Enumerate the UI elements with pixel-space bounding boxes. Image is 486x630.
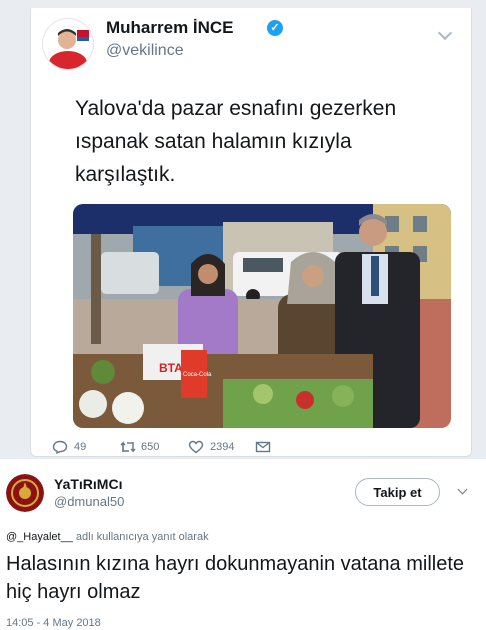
reply-context-suffix: adlı kullanıcıya yanıt olarak [72,531,209,543]
reply-author-handle[interactable]: @dmunal50 [54,494,124,509]
reply-author-name[interactable]: YaTıRıMCı [54,476,122,492]
tweet-timestamp[interactable]: 14:05 - 4 May 2018 [6,617,101,629]
embedded-author-name[interactable]: Muharrem İNCE [106,18,234,38]
embedded-author-avatar[interactable] [42,18,94,70]
message-action[interactable] [255,440,271,454]
like-count: 2394 [210,441,235,453]
tweet-text-line: ıspanak satan halamın kızıyla [75,130,352,153]
tweet-text-line: Yalova'da pazar esnafını gezerken [75,97,397,120]
embedded-author-handle[interactable]: @vekilince [106,42,184,60]
message-icon [255,441,271,453]
photo-bag-sign: BTA [159,361,183,375]
retweet-count: 650 [141,441,160,453]
reply-icon [52,440,68,454]
retweet-action[interactable]: 650 [119,440,175,454]
tweet-photo[interactable]: BTA Coca-Cola [73,204,451,428]
reply-action[interactable]: 49 [52,440,100,454]
chevron-down-icon[interactable] [457,484,468,495]
like-action[interactable]: 2394 [188,440,248,454]
verified-badge-icon: ✓ [267,20,283,36]
reply-tweet-text: Halasının kızına hayrı dokunmayanin vata… [6,553,465,603]
retweet-icon [120,441,136,453]
reply-context-mention[interactable]: @_Hayalet__ [6,531,73,543]
like-icon [188,440,204,454]
reply-count: 49 [74,441,87,453]
reply-context: @_Hayalet__ adlı kullanıcıya yanıt olara… [6,531,209,543]
follow-button[interactable]: Takip et [355,478,440,506]
divider [0,458,486,459]
reply-author-avatar[interactable] [6,474,44,512]
embedded-tweet-text: Yalova'da pazar esnafını gezerken ıspana… [75,92,445,191]
tweet-text-line: karşılaştık. [75,163,176,186]
photo-can-label: Coca-Cola [183,372,212,378]
